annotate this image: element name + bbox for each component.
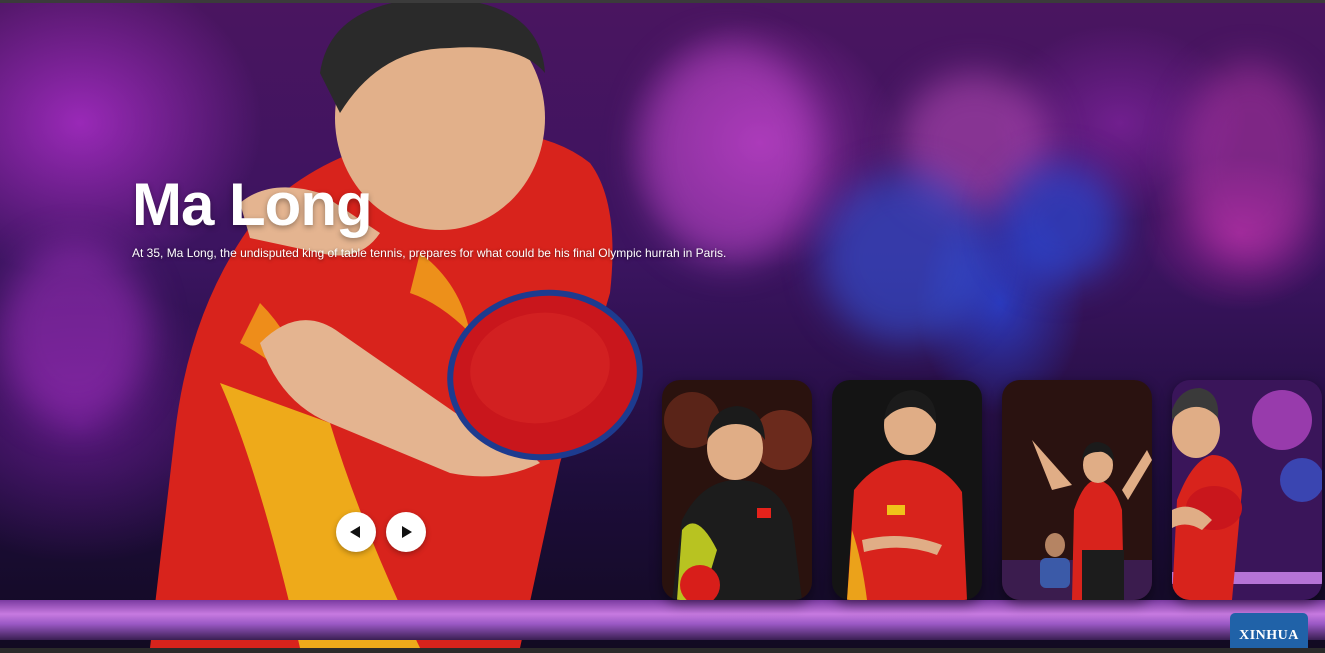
table-edge [0, 600, 1325, 640]
triangle-left-icon [350, 526, 360, 538]
next-slide-button[interactable] [386, 512, 426, 552]
slide-thumbnail[interactable] [1172, 380, 1322, 600]
thumbnail-image [1002, 380, 1152, 600]
thumbnail-image [832, 380, 982, 600]
slide-thumbnail[interactable] [832, 380, 982, 600]
slide-thumbnail[interactable] [662, 380, 812, 600]
slide-title: Ma Long [132, 171, 373, 238]
prev-slide-button[interactable] [336, 512, 376, 552]
bottom-border [0, 648, 1325, 653]
slide-subtitle: At 35, Ma Long, the undisputed king of t… [132, 246, 727, 260]
thumbnail-image [662, 380, 812, 600]
triangle-right-icon [402, 526, 412, 538]
thumbnail-image [1172, 380, 1322, 600]
slide-thumbnail[interactable] [1002, 380, 1152, 600]
xinhua-watermark: XINHUA [1230, 613, 1308, 649]
